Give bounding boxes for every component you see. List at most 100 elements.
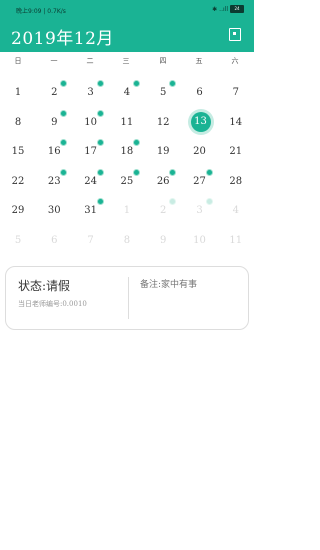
calendar-day[interactable]: 3	[182, 194, 218, 224]
calendar-day[interactable]: 23	[36, 165, 72, 195]
calendar-day[interactable]: 6	[36, 224, 72, 254]
status-icons: ✱ ..ıll 24	[212, 5, 244, 13]
attendance-status: 状态:请假	[18, 279, 71, 293]
day-number: 4	[123, 87, 131, 98]
calendar-day[interactable]: 14	[218, 106, 254, 136]
attendance-dot-icon	[96, 139, 104, 146]
day-number: 18	[120, 146, 134, 157]
calendar-day[interactable]: 16	[36, 135, 72, 165]
day-number: 19	[156, 146, 170, 157]
calendar-day[interactable]: 8	[109, 224, 145, 254]
day-number: 5	[14, 234, 22, 246]
calendar-day[interactable]: 10	[73, 106, 109, 136]
calendar-day[interactable]: 4	[109, 76, 145, 106]
remark-text: 备注:家中有事	[140, 280, 198, 290]
calendar-day[interactable]: 27	[182, 165, 218, 195]
calendar-day[interactable]: 17	[73, 135, 109, 165]
day-number: 11	[229, 234, 243, 246]
day-number: 7	[232, 87, 239, 98]
day-number: 31	[84, 205, 97, 216]
attendance-dot-icon	[132, 80, 140, 87]
card-divider	[128, 277, 129, 319]
day-number: 29	[11, 205, 25, 216]
day-number: 9	[51, 116, 58, 128]
calendar-day[interactable]: 10	[182, 224, 218, 254]
attendance-dot-icon	[96, 80, 104, 87]
calendar-day[interactable]: 3	[73, 76, 109, 106]
status-bar: 晚上9:09 | 0.7K/s ✱ ..ıll 24	[0, 0, 254, 18]
calendar-day[interactable]: 21	[218, 135, 254, 165]
calendar-day[interactable]: 30	[36, 194, 72, 224]
battery-icon: 24	[230, 5, 244, 13]
calendar-day[interactable]: 8	[0, 106, 36, 136]
weekday-label: 一	[50, 57, 58, 65]
day-number: 27	[193, 175, 206, 187]
calendar-day[interactable]: 29	[0, 194, 36, 224]
day-number: 6	[51, 234, 58, 246]
calendar-day[interactable]: 2	[36, 76, 72, 106]
day-number: 21	[229, 146, 243, 157]
weekday-label: 三	[122, 57, 130, 65]
calendar-day[interactable]: 4	[218, 194, 254, 224]
weekday-header: 日 一 二 三 四 五 六	[0, 56, 254, 72]
day-number: 6	[196, 87, 203, 98]
calendar-day[interactable]: 1	[0, 76, 36, 106]
weekday-label: 二	[86, 57, 94, 65]
calendar-day[interactable]: 31	[73, 194, 109, 224]
day-number: 26	[156, 175, 170, 187]
day-number: 17	[84, 146, 97, 157]
day-number: 14	[229, 116, 243, 128]
day-number: 1	[14, 87, 22, 98]
calendar-day[interactable]: 11	[218, 224, 254, 254]
day-number: 20	[193, 146, 206, 157]
calendar-day[interactable]: 5	[0, 224, 36, 254]
calendar-day[interactable]: 28	[218, 165, 254, 195]
calendar-day[interactable]: 7	[218, 76, 254, 106]
day-number: 22	[11, 175, 25, 187]
day-number: 10	[84, 116, 97, 128]
calendar-day[interactable]: 19	[145, 135, 181, 165]
teacher-id: 当日老师编号:0.0010	[18, 300, 87, 308]
calendar-today-icon[interactable]	[229, 28, 241, 41]
calendar-day[interactable]: 20	[182, 135, 218, 165]
weekday-label: 四	[159, 57, 167, 65]
attendance-dot-icon	[169, 168, 177, 176]
month-title[interactable]: 2019年12月	[11, 24, 114, 49]
calendar-day[interactable]: 1	[109, 194, 145, 224]
calendar-day[interactable]: 2	[145, 194, 181, 224]
day-number: 7	[87, 234, 94, 246]
calendar-day[interactable]: 26	[145, 165, 181, 195]
weekday-label: 五	[195, 57, 203, 65]
day-number: 3	[196, 205, 203, 216]
attendance-dot-icon	[96, 109, 104, 117]
day-number: 1	[123, 205, 131, 216]
attendance-dot-icon	[132, 139, 140, 146]
calendar-day[interactable]: 22	[0, 165, 36, 195]
day-number: 5	[160, 87, 167, 98]
calendar-day[interactable]: 9	[36, 106, 72, 136]
day-number: 11	[120, 116, 134, 128]
calendar-day[interactable]: 11	[109, 106, 145, 136]
calendar-day[interactable]: 9	[145, 224, 181, 254]
calendar-day-today[interactable]: 13	[182, 106, 218, 136]
calendar-day[interactable]: 6	[182, 76, 218, 106]
day-number: 9	[160, 234, 167, 246]
attendance-dot-icon	[132, 168, 140, 176]
calendar-day[interactable]: 12	[145, 106, 181, 136]
app-header: 晚上9:09 | 0.7K/s ✱ ..ıll 24 2019年12月	[0, 0, 254, 52]
status-time-speed: 晚上9:09 | 0.7K/s	[16, 8, 66, 15]
calendar-day[interactable]: 15	[0, 135, 36, 165]
calendar-day[interactable]: 24	[73, 165, 109, 195]
weekday-label: 日	[14, 57, 22, 65]
attendance-dot-icon	[60, 109, 68, 117]
calendar-grid: 1 2 3 4 5 6 7 8 9 10 11 12 13 14 15 16 17 18 19 20 21 22 23 24 2…	[0, 76, 254, 256]
day-number: 10	[193, 234, 206, 246]
attendance-detail-card: 状态:请假 当日老师编号:0.0010 备注:家中有事	[5, 266, 249, 330]
calendar-day[interactable]: 25	[109, 165, 145, 195]
day-number: 24	[84, 175, 97, 187]
calendar-day[interactable]: 5	[145, 76, 181, 106]
calendar-day[interactable]: 7	[73, 224, 109, 254]
calendar-day[interactable]: 18	[109, 135, 145, 165]
day-number: 3	[87, 87, 94, 98]
weekday-label: 六	[231, 57, 239, 65]
